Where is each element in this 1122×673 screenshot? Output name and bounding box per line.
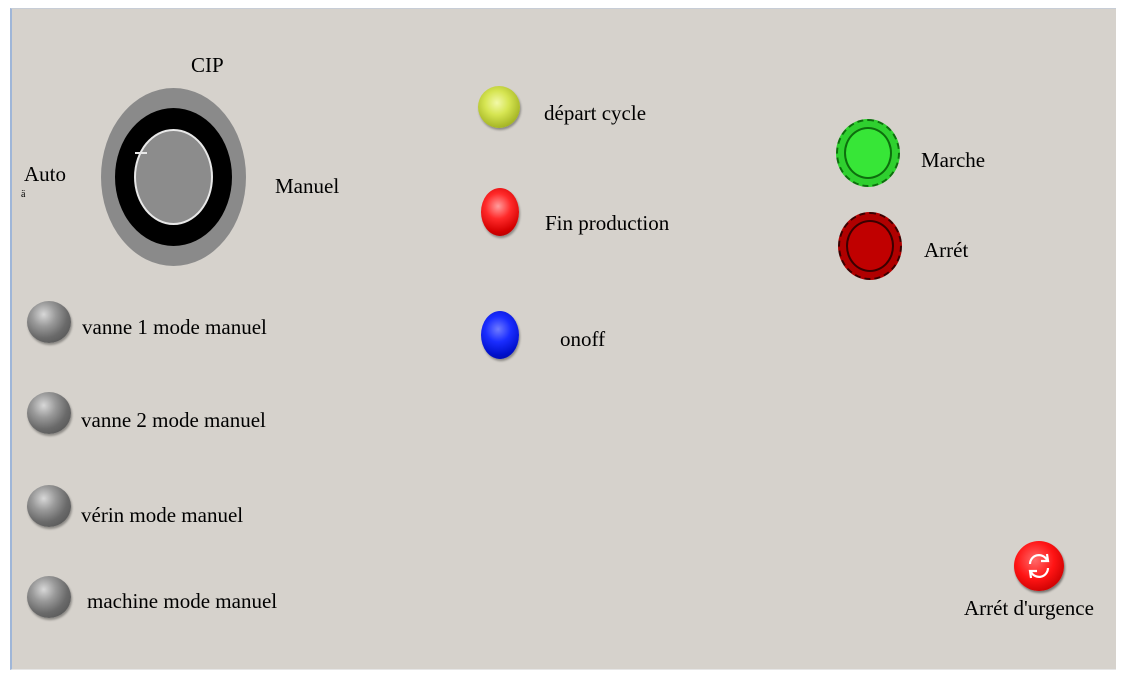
arret-button-face — [846, 220, 894, 272]
fin-production-lamp — [481, 188, 519, 236]
verin-label: vérin mode manuel — [81, 503, 244, 527]
depart-cycle-lamp — [478, 86, 520, 128]
marche-button[interactable] — [836, 119, 900, 187]
selector-auto-mark: ä — [21, 189, 26, 200]
machine-label: machine mode manuel — [87, 589, 278, 613]
window-top-edge — [0, 0, 1122, 8]
machine-indicator-lamp — [27, 576, 71, 618]
vanne2-label: vanne 2 mode manuel — [81, 408, 266, 432]
arret-button[interactable] — [838, 212, 902, 280]
emergency-stop-button[interactable] — [1014, 541, 1064, 591]
marche-button-face — [844, 127, 892, 179]
selector-center — [136, 131, 211, 223]
verin-indicator-lamp — [27, 485, 71, 527]
mode-selector-knob[interactable] — [101, 88, 246, 266]
fin-production-label: Fin production — [545, 211, 670, 235]
selector-pointer-icon — [135, 152, 147, 154]
selector-ring — [115, 108, 232, 246]
onoff-lamp — [481, 311, 519, 359]
vanne2-indicator-lamp — [27, 392, 71, 434]
selector-auto-label: Auto — [24, 162, 66, 186]
marche-label: Marche — [921, 148, 986, 172]
emergency-rotate-icon — [1028, 553, 1050, 579]
vanne1-label: vanne 1 mode manuel — [82, 315, 267, 339]
selector-title: CIP — [191, 53, 224, 77]
emergency-stop-label: Arrét d'urgence — [964, 596, 1094, 620]
selector-manuel-label: Manuel — [275, 174, 340, 198]
onoff-label: onoff — [560, 327, 606, 351]
vanne1-indicator-lamp — [27, 301, 71, 343]
arret-label: Arrét — [924, 238, 969, 262]
depart-cycle-label: départ cycle — [544, 101, 647, 125]
